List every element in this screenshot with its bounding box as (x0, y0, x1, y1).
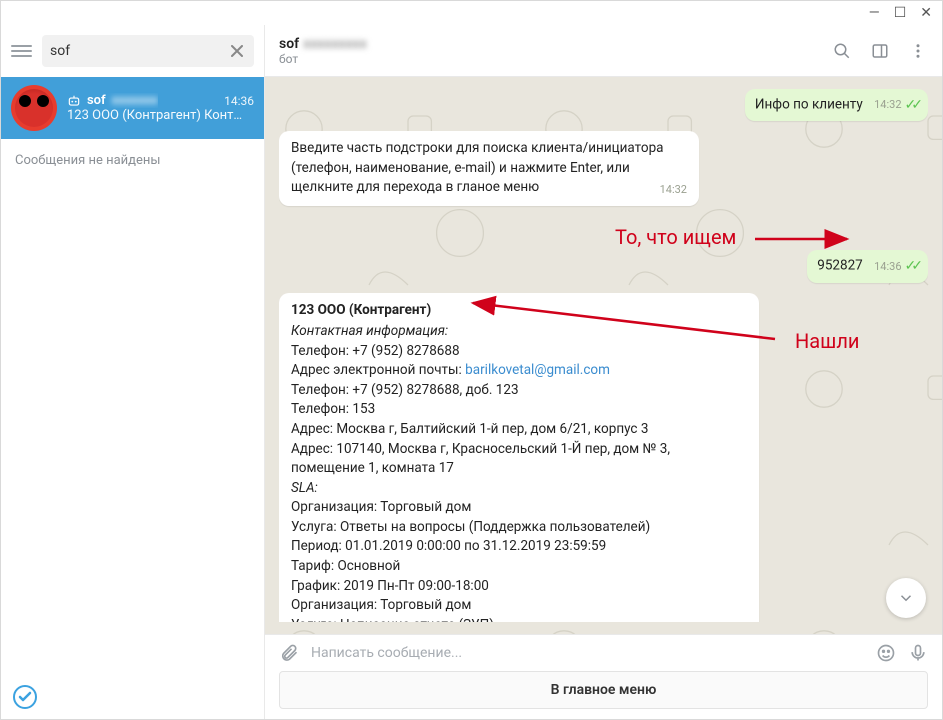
search-clear-icon[interactable] (228, 42, 246, 60)
info-line: Организация: Торговый дом (291, 596, 747, 616)
scroll-to-bottom-button[interactable] (886, 578, 926, 618)
info-line: Телефон: +7 (952) 8278688 (291, 342, 747, 362)
side-panel-icon[interactable] (870, 41, 890, 61)
message-in-info[interactable]: 123 ООО (Контрагент) Контактная информац… (279, 293, 759, 622)
sidebar: sofxxxxxxx 14:36 123 ООО (Контрагент) Ко… (1, 25, 265, 719)
message-time: 14:36 (874, 259, 901, 275)
chat-title-prefix: sof (279, 36, 299, 52)
chat-subtitle: бот (279, 52, 367, 66)
more-icon[interactable] (908, 41, 928, 61)
messages-area: Инфо по клиенту 14:32✓✓ Введите часть по… (265, 77, 942, 634)
bot-icon (67, 94, 81, 108)
chat-name-prefix: sof (87, 93, 106, 108)
main-menu-button[interactable]: В главное меню (279, 671, 928, 709)
window-minimize[interactable]: — (869, 6, 880, 20)
chat-list-item[interactable]: sofxxxxxxx 14:36 123 ООО (Контрагент) Ко… (1, 77, 264, 139)
read-ticks-icon: ✓✓ (905, 256, 918, 276)
info-section-label: SLA (291, 480, 315, 496)
window-close[interactable]: ✕ (920, 6, 932, 20)
message-in[interactable]: Введите часть подстроки для поиска клиен… (279, 131, 699, 206)
info-line: Адрес: Москва г, Балтийский 1-й пер, дом… (291, 420, 747, 440)
info-line: Организация: Торговый дом (291, 498, 747, 518)
message-out[interactable]: Инфо по клиенту 14:32✓✓ (745, 89, 928, 121)
message-text: 952827 (817, 258, 863, 274)
info-section-label: Контактная информация (291, 323, 445, 339)
search-box[interactable] (42, 35, 254, 67)
chat-preview: 123 ООО (Контрагент) Конт… (67, 108, 254, 123)
chat-time: 14:36 (224, 94, 254, 108)
window-maximize[interactable]: ☐ (894, 6, 907, 20)
chat-header: sofxxxxxxxxx бот (265, 25, 942, 77)
info-title: 123 ООО (Контрагент) (291, 301, 747, 321)
window-controls: — ☐ ✕ (1, 1, 942, 25)
info-line: Телефон: +7 (952) 8278688, доб. 123 (291, 381, 747, 401)
composer: В главное меню (265, 634, 942, 719)
info-line: Телефон: 153 (291, 400, 747, 420)
message-text: Введите часть подстроки для поиска клиен… (291, 140, 664, 195)
avatar (11, 85, 57, 131)
info-line: Адрес электронной почты: barilkovetal@gm… (291, 361, 747, 381)
message-time: 14:32 (874, 97, 901, 113)
attach-icon[interactable] (279, 643, 299, 663)
message-time: 14:32 (660, 182, 687, 198)
search-input[interactable] (50, 43, 228, 59)
info-line: Период: 01.01.2019 0:00:00 по 31.12.2019… (291, 537, 747, 557)
read-ticks-icon: ✓✓ (905, 95, 918, 115)
message-input[interactable] (311, 645, 864, 661)
no-results-label: Сообщения не найдены (1, 139, 264, 182)
info-line: Услуга: Ответы на вопросы (Поддержка пол… (291, 518, 747, 538)
chat-panel: sofxxxxxxxxx бот (265, 25, 942, 719)
emoji-icon[interactable] (876, 643, 896, 663)
email-link[interactable]: barilkovetal@gmail.com (465, 362, 610, 378)
info-line: Адрес: 107140, Москва г, Красносельский … (291, 440, 747, 479)
verified-badge-icon (13, 685, 37, 709)
search-icon[interactable] (832, 41, 852, 61)
message-out[interactable]: 952827 14:36✓✓ (807, 250, 928, 282)
info-line: Услуга: Написание отчета (ЗУП) (291, 616, 747, 622)
info-line: График: 2019 Пн-Пт 09:00-18:00 (291, 577, 747, 597)
message-text: Инфо по клиенту (755, 97, 863, 113)
mic-icon[interactable] (908, 643, 928, 663)
info-line: Тариф: Основной (291, 557, 747, 577)
hamburger-icon[interactable] (11, 45, 32, 57)
